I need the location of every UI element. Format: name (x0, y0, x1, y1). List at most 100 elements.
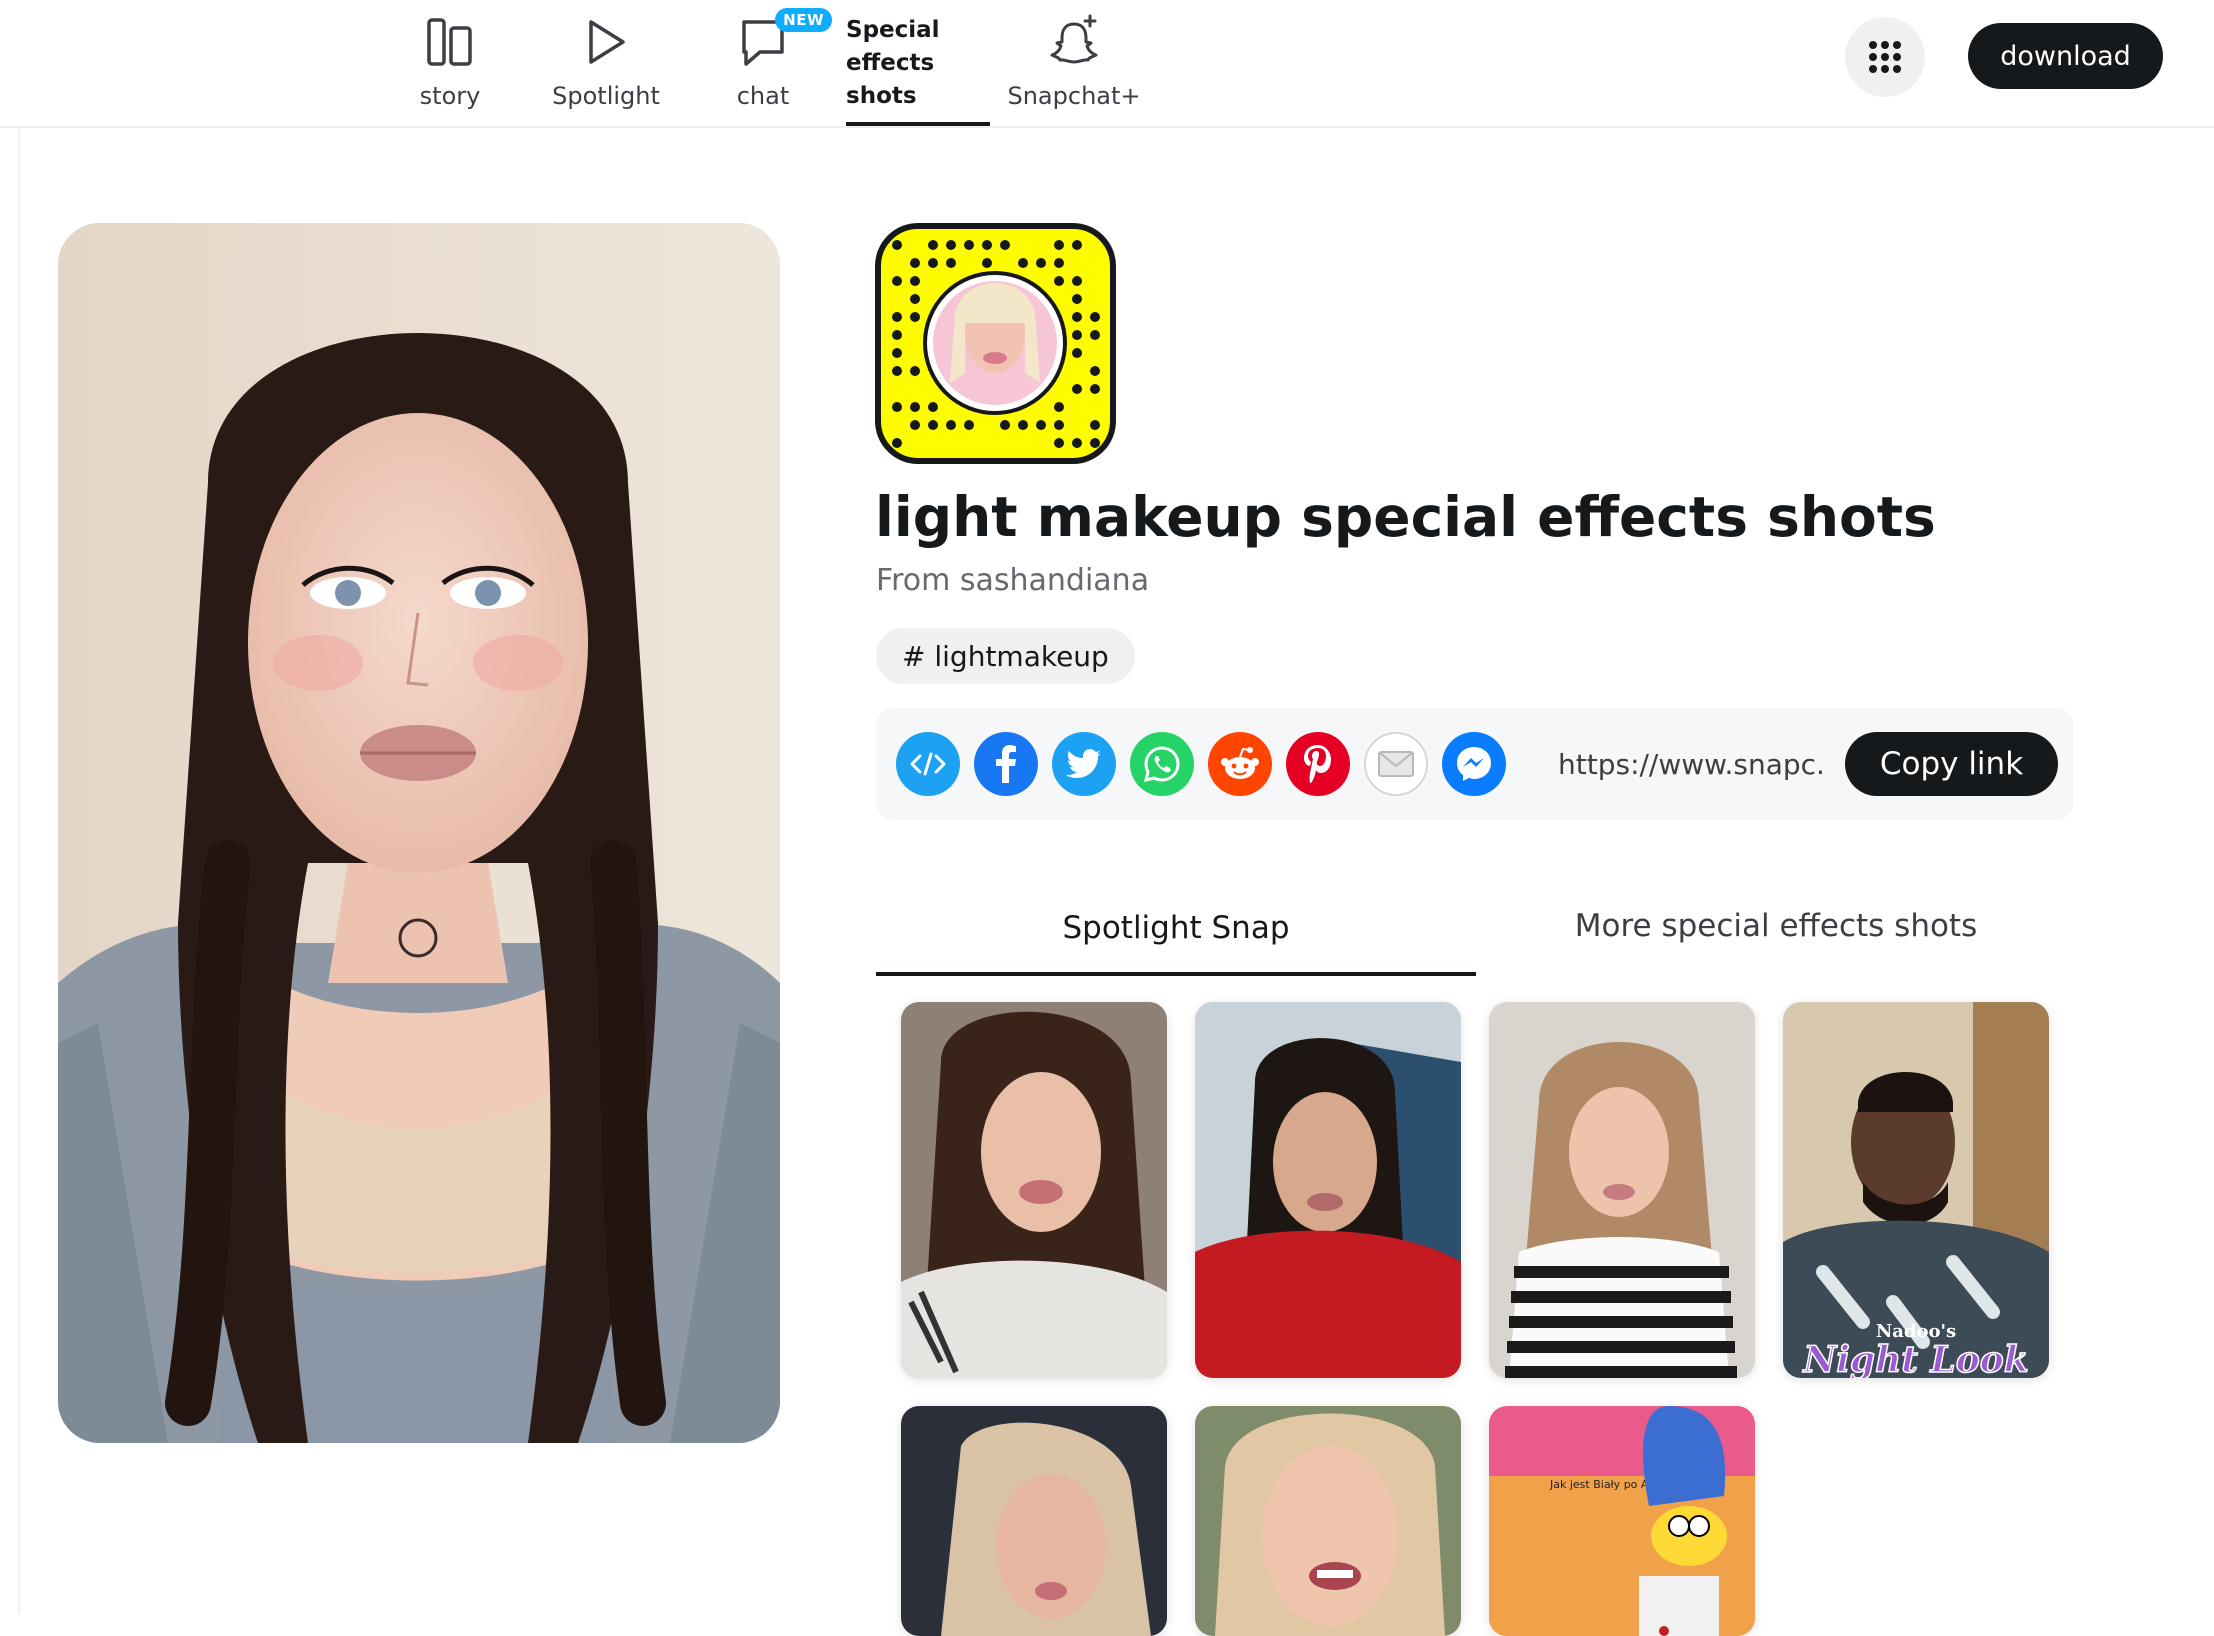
nav-item-spotlight[interactable]: Spotlight (552, 0, 660, 126)
nav-item-story[interactable]: story (418, 0, 482, 126)
spotlight-thumbnail-6[interactable] (1195, 1406, 1461, 1636)
snapcode-dot (892, 330, 902, 340)
snapcode[interactable] (875, 223, 1116, 464)
snapcode-dot (1000, 240, 1010, 250)
snapcode-dot (1090, 438, 1100, 448)
thumbnail-overlay-night-look: Night Look (1802, 1339, 2028, 1378)
snapcode-dot (1000, 420, 1010, 430)
lens-title: light makeup special effects shots (875, 485, 1936, 549)
tab-more-special-effects-shots[interactable]: More special effects shots (1476, 880, 2076, 976)
active-nav-underline (846, 122, 990, 126)
tab-spotlight-snap[interactable]: Spotlight Snap (876, 880, 1476, 976)
facebook-icon[interactable] (974, 732, 1038, 796)
top-navigation: story Spotlight NEW chat Special effects… (0, 0, 2214, 128)
preview-image (58, 223, 780, 1443)
snapcode-dot (910, 258, 920, 268)
embed-icon[interactable] (896, 732, 960, 796)
snapcode-dot (946, 420, 956, 430)
spotlight-play-icon (583, 14, 629, 70)
spotlight-thumbnail-7[interactable]: Jak jest Biały po Angielsku (1489, 1406, 1755, 1636)
page-divider (18, 128, 20, 1614)
spotlight-thumbnail-1[interactable] (901, 1002, 1167, 1378)
snapcode-dot (982, 240, 992, 250)
snapcode-dot (1090, 366, 1100, 376)
nav-special-line3: shots (846, 83, 917, 109)
snapcode-dot (910, 276, 920, 286)
lens-author[interactable]: From sashandiana (876, 563, 1149, 598)
snapcode-dot (1054, 402, 1064, 412)
snapcode-dot (946, 240, 956, 250)
snapcode-dot (1072, 240, 1082, 250)
download-button[interactable]: download (1968, 23, 2163, 89)
grid-dots-icon (1869, 41, 1901, 73)
lens-preview-video[interactable] (58, 223, 780, 1443)
nav-label-spotlight: Spotlight (552, 82, 660, 110)
snapcode-dot (1054, 420, 1064, 430)
spotlight-thumbnail-3[interactable] (1489, 1002, 1755, 1378)
snapcode-dot (1072, 294, 1082, 304)
chat-bubble-icon: NEW (738, 8, 832, 70)
snapcode-dot (928, 420, 938, 430)
snapcode-dot (892, 312, 902, 322)
story-icon (426, 14, 474, 70)
active-tab-underline (876, 972, 1476, 976)
snapcode-dot (1072, 276, 1082, 286)
nav-item-snapchat-plus[interactable]: Snapchat+ (1007, 0, 1141, 126)
snapcode-dot (964, 240, 974, 250)
snapcode-dot (1054, 258, 1064, 268)
snapcode-dot (1072, 384, 1082, 394)
snapcode-dot (1018, 420, 1028, 430)
tab-spotlight-snap-label: Spotlight Snap (1062, 910, 1290, 946)
spotlight-thumbnail-4[interactable]: Nadoo's Night Look (1783, 1002, 2049, 1378)
snapcode-dot (1072, 330, 1082, 340)
snapcode-dot (1036, 420, 1046, 430)
snapcode-dot (928, 402, 938, 412)
snapcode-dot (964, 420, 974, 430)
share-bar: https://www.snapc... Copy link (876, 708, 2074, 820)
snapcode-dot (892, 348, 902, 358)
nav-special-line2: effects (846, 50, 935, 76)
snapcode-dot (1090, 384, 1100, 394)
messenger-icon[interactable] (1442, 732, 1506, 796)
twitter-icon[interactable] (1052, 732, 1116, 796)
snapcode-image (875, 223, 1116, 464)
nav-label-chat: chat (736, 82, 790, 110)
snapchat-plus-ghost-icon (1046, 14, 1102, 70)
nav-label-snapchat-plus: Snapchat+ (1007, 82, 1141, 110)
spotlight-thumbnail-5[interactable] (901, 1406, 1167, 1636)
hashtag-chip[interactable]: # lightmakeup (876, 628, 1135, 684)
snapcode-dot (1090, 330, 1100, 340)
snapcode-dot (910, 366, 920, 376)
snapcode-dot (982, 258, 992, 268)
snapcode-dot (1090, 312, 1100, 322)
apps-grid-button[interactable] (1845, 17, 1925, 97)
whatsapp-icon[interactable] (1130, 732, 1194, 796)
share-url[interactable]: https://www.snapc... (1558, 708, 1828, 820)
nav-item-chat[interactable]: NEW chat (732, 0, 832, 126)
spotlight-thumbnail-2[interactable] (1195, 1002, 1461, 1378)
snapcode-dot (892, 366, 902, 376)
snapcode-dot (910, 312, 920, 322)
snapcode-dot (1072, 312, 1082, 322)
tab-more-label: More special effects shots (1574, 908, 1978, 944)
snapcode-dot (928, 240, 938, 250)
snapcode-dot (1090, 420, 1100, 430)
snapcode-dot (910, 294, 920, 304)
snapcode-dot (1036, 258, 1046, 268)
snapcode-dot (892, 276, 902, 286)
pinterest-icon[interactable] (1286, 732, 1350, 796)
reddit-icon[interactable] (1208, 732, 1272, 796)
snapcode-dot (892, 240, 902, 250)
snapcode-dot (1054, 276, 1064, 286)
snapcode-dot (892, 438, 902, 448)
snapcode-dot (1072, 348, 1082, 358)
snapcode-dot (910, 420, 920, 430)
email-icon[interactable] (1364, 732, 1428, 796)
snapcode-dot (892, 402, 902, 412)
snapcode-dot (1054, 240, 1064, 250)
snapcode-dot (1054, 438, 1064, 448)
nav-label-story: story (419, 82, 481, 110)
copy-link-button[interactable]: Copy link (1845, 732, 2058, 796)
nav-item-special-effects-shots[interactable]: Special effects shots (846, 14, 990, 126)
new-badge: NEW (775, 8, 832, 32)
